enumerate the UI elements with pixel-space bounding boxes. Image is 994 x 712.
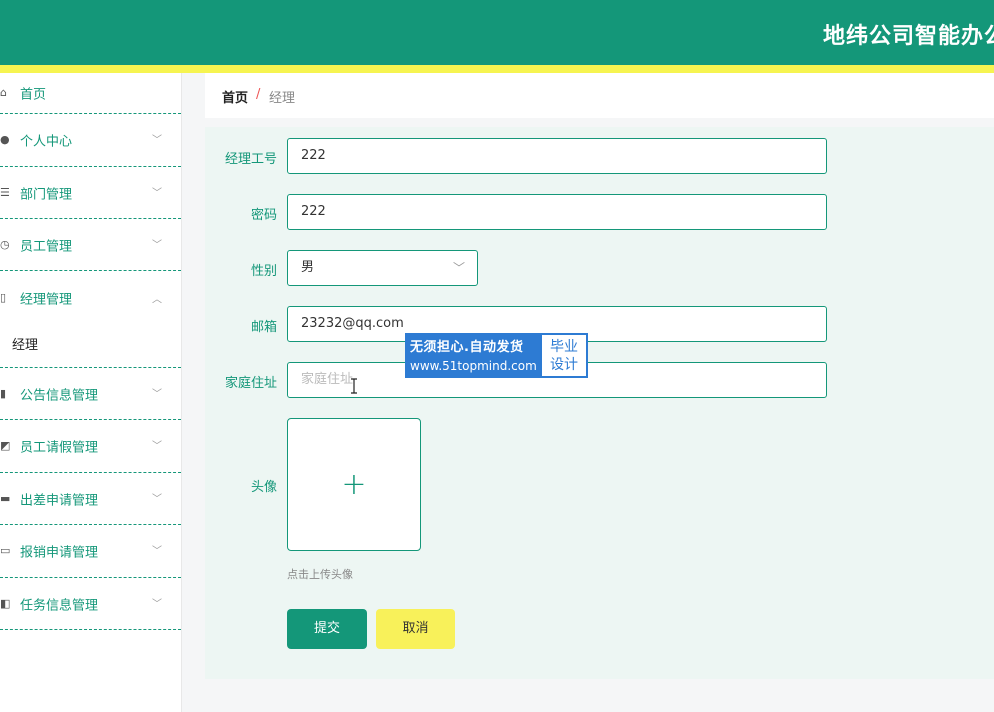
- sidebar-item-label: 出差申请管理: [20, 493, 99, 508]
- cancel-button[interactable]: 取消: [376, 609, 455, 649]
- chevron-down-icon: ﹀: [152, 187, 162, 199]
- gender-select[interactable]: 男 ﹀: [287, 250, 478, 286]
- address-label: 家庭住址: [224, 376, 277, 391]
- avatar-upload-tip: 点击上传头像: [287, 568, 353, 581]
- clock-icon: ◷: [0, 237, 10, 251]
- manager-id-input[interactable]: 222: [287, 138, 827, 174]
- email-label: 邮箱: [250, 320, 277, 335]
- manager-id-label: 经理工号: [224, 152, 277, 167]
- list-icon: ☰: [0, 185, 10, 199]
- chevron-down-icon: ﹀: [152, 493, 162, 505]
- text-cursor-icon: [351, 378, 357, 394]
- sidebar-item-department[interactable]: ☰ 部门管理 ﹀: [0, 167, 181, 219]
- sidebar-item-announcement[interactable]: ▮ 公告信息管理 ﹀: [0, 368, 181, 420]
- sidebar-item-label: 公告信息管理: [20, 388, 99, 403]
- watermark-line1: 无须担心.自动发货: [410, 340, 524, 355]
- watermark-line2: www.51topmind.com: [410, 359, 537, 373]
- app-title: 地纬公司智能办公: [823, 24, 994, 49]
- sidebar-item-manager[interactable]: ▯ 经理管理 ︿ 经理: [0, 271, 181, 368]
- sidebar: ⌂ 首页 ● 个人中心 ﹀ ☰ 部门管理 ﹀ ◷ 员工管理 ﹀ ▯ 经理管理 ︿…: [0, 73, 182, 712]
- sidebar-item-leave[interactable]: ◩ 员工请假管理 ﹀: [0, 420, 181, 473]
- home-icon: ⌂: [0, 86, 7, 99]
- tray-icon: ▬: [0, 491, 11, 505]
- sidebar-item-employee[interactable]: ◷ 员工管理 ﹀: [0, 219, 181, 271]
- avatar-upload[interactable]: +: [287, 418, 421, 551]
- sidebar-item-label: 经理管理: [20, 292, 73, 308]
- watermark-badge: 毕业 设计: [540, 333, 588, 378]
- sidebar-item-business-trip[interactable]: ▬ 出差申请管理 ﹀: [0, 473, 181, 525]
- sidebar-item-label: 员工请假管理: [20, 440, 99, 456]
- sidebar-item-personal-center[interactable]: ● 个人中心 ﹀: [0, 114, 181, 167]
- watermark-text-block: 无须担心.自动发货 www.51topmind.com: [405, 333, 540, 378]
- sidebar-item-label: 员工管理: [20, 239, 73, 254]
- chevron-up-icon: ︿: [152, 294, 162, 306]
- watermark-banner: 无须担心.自动发货 www.51topmind.com 毕业 设计: [405, 333, 588, 378]
- chevron-down-icon: ﹀: [152, 598, 162, 610]
- breadcrumb-home[interactable]: 首页: [222, 87, 248, 106]
- gender-label: 性别: [250, 264, 277, 279]
- chevron-down-icon: ﹀: [152, 135, 162, 146]
- chevron-down-icon: ﹀: [152, 388, 162, 400]
- header-accent-stripe: [0, 65, 994, 73]
- bar-chart-icon: ▮: [0, 386, 7, 400]
- submit-button[interactable]: 提交: [287, 609, 367, 649]
- sidebar-item-label: 报销申请管理: [20, 545, 99, 561]
- user-icon: ●: [0, 133, 10, 146]
- chevron-down-icon: ﹀: [152, 546, 162, 557]
- chevron-down-icon: ﹀: [152, 239, 162, 251]
- password-label: 密码: [250, 208, 277, 223]
- password-input[interactable]: 222: [287, 194, 827, 230]
- monitor-icon: ▭: [0, 544, 11, 557]
- chevron-down-icon: ﹀: [452, 261, 465, 275]
- avatar-label: 头像: [250, 480, 277, 495]
- video-icon: ◧: [0, 596, 11, 610]
- breadcrumb-separator: /: [256, 87, 261, 102]
- plus-icon: +: [341, 467, 367, 502]
- chevron-down-icon: ﹀: [152, 441, 162, 452]
- watermark-badge-line1: 毕业: [550, 339, 578, 355]
- breadcrumb-current: 经理: [269, 91, 296, 106]
- sidebar-item-home[interactable]: ⌂ 首页: [0, 73, 181, 114]
- top-header: 地纬公司智能办公: [0, 0, 994, 65]
- sidebar-item-task[interactable]: ◧ 任务信息管理 ﹀: [0, 578, 181, 630]
- breadcrumb: 首页 / 经理: [205, 73, 994, 118]
- device-icon: ▯: [0, 291, 7, 304]
- sidebar-item-reimbursement[interactable]: ▭ 报销申请管理 ﹀: [0, 525, 181, 578]
- line-chart-icon: ◩: [0, 439, 11, 452]
- sidebar-item-label: 任务信息管理: [20, 598, 99, 613]
- sidebar-subitem-manager[interactable]: 经理: [12, 334, 38, 353]
- sidebar-item-label: 部门管理: [20, 187, 73, 202]
- gender-select-value: 男: [301, 260, 315, 275]
- sidebar-item-label: 首页: [20, 87, 47, 103]
- watermark-badge-line2: 设计: [550, 357, 578, 373]
- sidebar-item-label: 个人中心: [20, 134, 73, 150]
